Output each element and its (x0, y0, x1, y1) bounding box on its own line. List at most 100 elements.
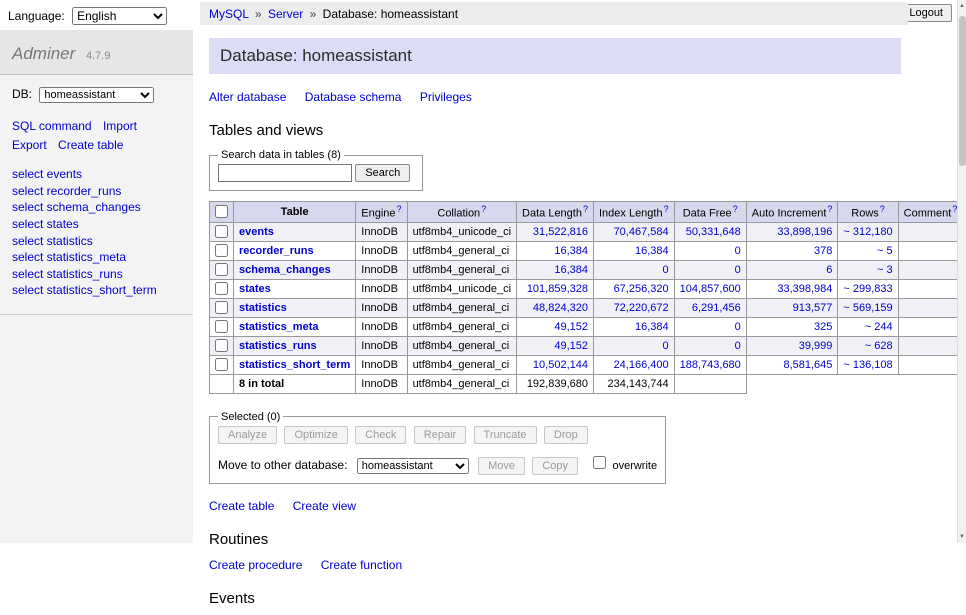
row-checkbox[interactable] (215, 225, 228, 238)
database-schema-link[interactable]: Database schema (305, 90, 402, 104)
data-length-link[interactable]: 16,384 (554, 245, 588, 257)
db-select[interactable]: homeassistant (39, 87, 154, 103)
auto-increment-link[interactable]: 378 (814, 245, 832, 257)
search-input[interactable] (218, 164, 352, 182)
row-checkbox[interactable] (215, 263, 228, 276)
table-link[interactable]: events (239, 226, 274, 238)
breadcrumb-mysql-link[interactable]: MySQL (209, 7, 249, 21)
create-table-link[interactable]: Create table (209, 499, 274, 513)
sidebar-item-select-events[interactable]: select events (12, 167, 181, 183)
sidebar-item-select-statistics[interactable]: select statistics (12, 234, 181, 250)
help-icon[interactable]: ? (583, 204, 588, 214)
alter-database-link[interactable]: Alter database (209, 90, 286, 104)
sidebar-link-import[interactable]: Import (103, 119, 137, 133)
column-header-collation[interactable]: Collation? (407, 202, 516, 223)
language-select[interactable]: English (72, 7, 167, 25)
rows-count-link[interactable]: ~ 5 (877, 245, 893, 257)
rows-count-link[interactable]: ~ 3 (877, 264, 893, 276)
rows-count-link[interactable]: ~ 312,180 (843, 226, 892, 238)
sidebar-link-export[interactable]: Export (12, 138, 47, 152)
data-length-link[interactable]: 48,824,320 (533, 302, 588, 314)
copy-button[interactable]: Copy (532, 457, 578, 475)
create-view-link[interactable]: Create view (293, 499, 356, 513)
table-link[interactable]: recorder_runs (239, 245, 314, 257)
data-free-link[interactable]: 188,743,680 (680, 359, 741, 371)
scrollbar-thumb[interactable] (959, 16, 966, 166)
auto-increment-link[interactable]: 325 (814, 321, 832, 333)
drop-button[interactable]: Drop (544, 426, 588, 444)
table-link[interactable]: statistics_meta (239, 321, 319, 333)
column-header-auto-increment[interactable]: Auto Increment? (746, 202, 838, 223)
sidebar-item-select-schema-changes[interactable]: select schema_changes (12, 200, 181, 216)
index-length-link[interactable]: 0 (663, 264, 669, 276)
auto-increment-link[interactable]: 8,581,645 (783, 359, 832, 371)
column-header-table[interactable]: Table (234, 202, 356, 223)
sidebar-item-select-recorder-runs[interactable]: select recorder_runs (12, 184, 181, 200)
move-button[interactable]: Move (478, 457, 525, 475)
table-link[interactable]: schema_changes (239, 264, 331, 276)
move-database-select[interactable]: homeassistant (357, 458, 469, 474)
data-length-link[interactable]: 16,384 (554, 264, 588, 276)
rows-count-link[interactable]: ~ 569,159 (843, 302, 892, 314)
row-checkbox[interactable] (215, 320, 228, 333)
index-length-link[interactable]: 16,384 (635, 245, 669, 257)
data-length-link[interactable]: 31,522,816 (533, 226, 588, 238)
index-length-link[interactable]: 0 (663, 340, 669, 352)
data-free-link[interactable]: 6,291,456 (692, 302, 741, 314)
help-icon[interactable]: ? (733, 204, 738, 214)
row-checkbox[interactable] (215, 339, 228, 352)
auto-increment-link[interactable]: 39,999 (799, 340, 833, 352)
rows-count-link[interactable]: ~ 299,833 (843, 283, 892, 295)
create-procedure-link[interactable]: Create procedure (209, 558, 302, 572)
index-length-link[interactable]: 72,220,672 (614, 302, 669, 314)
row-checkbox[interactable] (215, 244, 228, 257)
sidebar-link-create-table[interactable]: Create table (58, 138, 123, 152)
search-button[interactable]: Search (355, 164, 410, 182)
help-icon[interactable]: ? (664, 204, 669, 214)
sidebar-item-select-statistics-short-term[interactable]: select statistics_short_term (12, 283, 181, 299)
data-free-link[interactable]: 50,331,648 (686, 226, 741, 238)
data-free-link[interactable]: 0 (735, 321, 741, 333)
auto-increment-link[interactable]: 913,577 (793, 302, 833, 314)
scroll-up-button[interactable]: ▲ (958, 0, 966, 12)
column-header-data-free[interactable]: Data Free? (674, 202, 746, 223)
column-header-index-length[interactable]: Index Length? (593, 202, 674, 223)
data-length-link[interactable]: 49,152 (554, 340, 588, 352)
sidebar-item-select-states[interactable]: select states (12, 217, 181, 233)
rows-count-link[interactable]: ~ 136,108 (843, 359, 892, 371)
row-checkbox[interactable] (215, 301, 228, 314)
help-icon[interactable]: ? (880, 204, 885, 214)
sidebar-item-select-statistics-meta[interactable]: select statistics_meta (12, 250, 181, 266)
column-header-data-length[interactable]: Data Length? (517, 202, 594, 223)
column-header-comment[interactable]: Comment? (898, 202, 963, 223)
data-length-link[interactable]: 101,859,328 (527, 283, 588, 295)
help-icon[interactable]: ? (481, 204, 486, 214)
row-checkbox[interactable] (215, 358, 228, 371)
data-length-link[interactable]: 49,152 (554, 321, 588, 333)
help-icon[interactable]: ? (397, 204, 402, 214)
row-checkbox[interactable] (215, 282, 228, 295)
scroll-down-button[interactable]: ▼ (958, 531, 966, 543)
app-name[interactable]: Adminer (12, 44, 75, 63)
index-length-link[interactable]: 67,256,320 (614, 283, 669, 295)
auto-increment-link[interactable]: 6 (826, 264, 832, 276)
data-length-link[interactable]: 10,502,144 (533, 359, 588, 371)
check-button[interactable]: Check (355, 426, 406, 444)
help-icon[interactable]: ? (827, 204, 832, 214)
create-function-link[interactable]: Create function (321, 558, 402, 572)
column-header-rows[interactable]: Rows? (838, 202, 898, 223)
table-link[interactable]: states (239, 283, 271, 295)
table-link[interactable]: statistics_runs (239, 340, 317, 352)
index-length-link[interactable]: 24,166,400 (614, 359, 669, 371)
logout-button[interactable]: Logout (900, 4, 952, 22)
data-free-link[interactable]: 0 (735, 245, 741, 257)
breadcrumb-server-link[interactable]: Server (268, 7, 303, 21)
index-length-link[interactable]: 16,384 (635, 321, 669, 333)
rows-count-link[interactable]: ~ 244 (865, 321, 893, 333)
sidebar-link-sql-command[interactable]: SQL command (12, 119, 92, 133)
privileges-link[interactable]: Privileges (420, 90, 472, 104)
table-link[interactable]: statistics_short_term (239, 359, 350, 371)
truncate-button[interactable]: Truncate (474, 426, 537, 444)
table-link[interactable]: statistics (239, 302, 287, 314)
data-free-link[interactable]: 0 (735, 264, 741, 276)
